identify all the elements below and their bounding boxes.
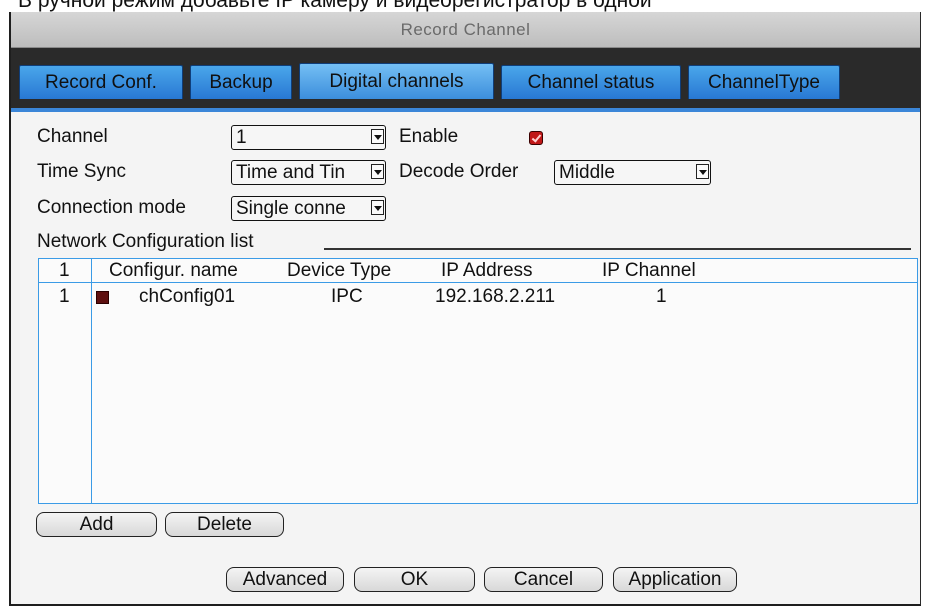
- chevron-down-icon: [371, 200, 384, 215]
- channel-select-value: 1: [236, 127, 247, 148]
- chevron-down-icon: [371, 164, 384, 179]
- column-header-ip-channel[interactable]: IP Channel: [602, 260, 696, 282]
- enable-checkbox[interactable]: [529, 131, 543, 145]
- channel-label: Channel: [37, 126, 108, 147]
- add-button[interactable]: Add: [36, 512, 157, 537]
- application-button[interactable]: Application: [613, 567, 737, 592]
- decode-order-label: Decode Order: [399, 161, 519, 182]
- connection-mode-label: Connection mode: [37, 197, 186, 218]
- page: В ручной режим добавьте IP камеру и виде…: [0, 0, 925, 609]
- cancel-button[interactable]: Cancel: [484, 567, 603, 592]
- record-channel-dialog: Record Channel Record Conf. Backup Digit…: [9, 12, 921, 606]
- tab-channel-status[interactable]: Channel status: [501, 65, 681, 99]
- decode-order-select[interactable]: Middle: [554, 160, 711, 185]
- row-ip-channel: 1: [656, 286, 667, 307]
- tab-channel-type[interactable]: ChannelType: [688, 65, 840, 99]
- tab-record-conf[interactable]: Record Conf.: [19, 65, 183, 99]
- row-select-checkbox[interactable]: [96, 291, 109, 304]
- row-config-name: chConfig01: [139, 286, 236, 307]
- dialog-title: Record Channel: [11, 12, 920, 48]
- delete-button[interactable]: Delete: [165, 512, 284, 537]
- chevron-down-icon: [371, 129, 384, 144]
- connection-mode-select-value: Single conne: [236, 198, 346, 219]
- row-index: 1: [59, 286, 70, 307]
- list-header-divider: [39, 282, 917, 283]
- ok-button[interactable]: OK: [354, 567, 475, 592]
- group-divider: [324, 248, 911, 250]
- advanced-button[interactable]: Advanced: [226, 567, 344, 592]
- tab-bar: Record Conf. Backup Digital channels Cha…: [11, 48, 920, 109]
- column-header-index: 1: [59, 260, 70, 281]
- column-header-device-type[interactable]: Device Type: [287, 260, 391, 282]
- chevron-down-icon: [696, 164, 709, 179]
- connection-mode-select[interactable]: Single conne: [231, 196, 386, 221]
- network-config-group-title: Network Configuration list: [37, 231, 254, 252]
- enable-label: Enable: [399, 126, 459, 147]
- column-header-ip-address[interactable]: IP Address: [441, 260, 533, 282]
- tab-underline: [11, 108, 920, 112]
- row-ip-address: 192.168.2.211: [435, 286, 556, 307]
- tab-digital-channels[interactable]: Digital channels: [299, 63, 494, 99]
- column-header-config-name[interactable]: Configur. name: [109, 260, 238, 282]
- list-column-divider: [91, 259, 92, 503]
- row-device-type: IPC: [331, 286, 363, 307]
- channel-select[interactable]: 1: [231, 125, 386, 150]
- decode-order-select-value: Middle: [559, 162, 615, 183]
- time-sync-label: Time Sync: [37, 161, 127, 182]
- time-sync-select[interactable]: Time and Tin: [231, 160, 386, 185]
- tab-backup[interactable]: Backup: [190, 65, 292, 99]
- time-sync-select-value: Time and Tin: [236, 162, 346, 183]
- network-config-list[interactable]: 1 Configur. name Device Type IP Address …: [38, 258, 918, 504]
